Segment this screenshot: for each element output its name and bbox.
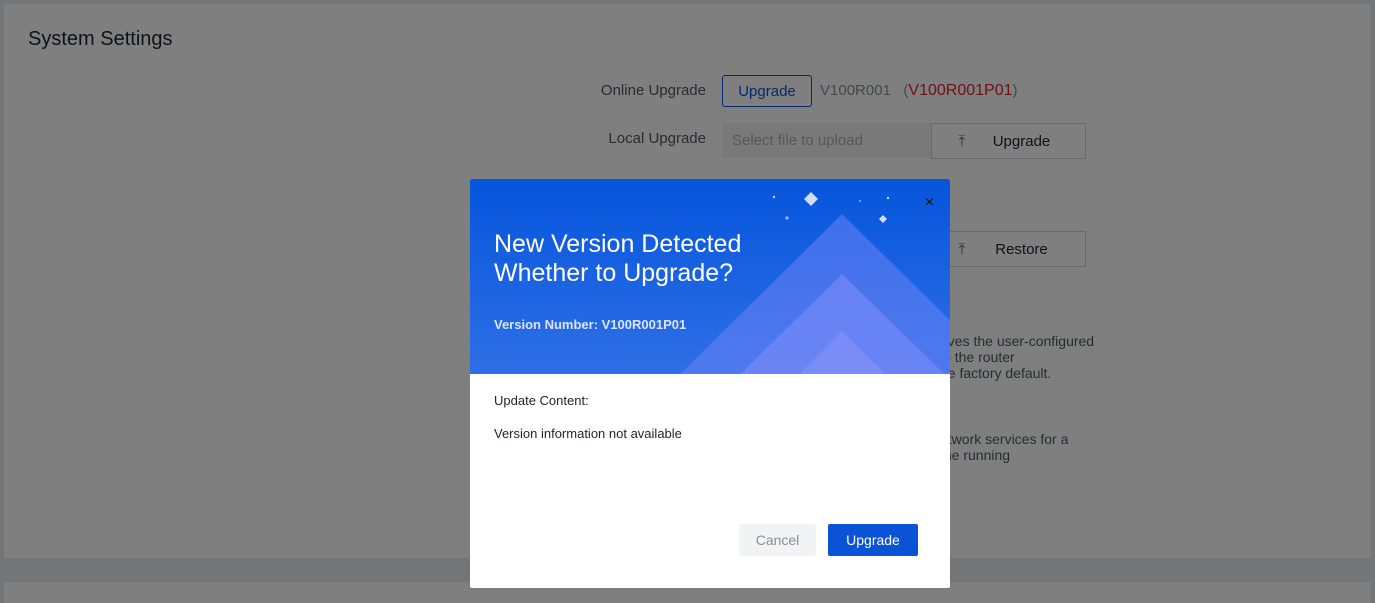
dialog-title: New Version Detected Whether to Upgrade? — [494, 230, 741, 288]
upgrade-dialog: New Version Detected Whether to Upgrade? … — [470, 179, 950, 588]
close-icon[interactable]: × — [925, 194, 934, 212]
title-line: New Version Detected — [494, 230, 742, 258]
update-content-label: Update Content: — [494, 393, 589, 408]
update-content-text: Version information not available — [494, 426, 682, 441]
cancel-button[interactable]: Cancel — [739, 524, 816, 556]
confirm-upgrade-button[interactable]: Upgrade — [828, 524, 918, 556]
dialog-header: New Version Detected Whether to Upgrade? … — [470, 179, 950, 374]
title-line: Whether to Upgrade? — [494, 259, 734, 287]
version-number: Version Number: V100R001P01 — [494, 317, 687, 332]
